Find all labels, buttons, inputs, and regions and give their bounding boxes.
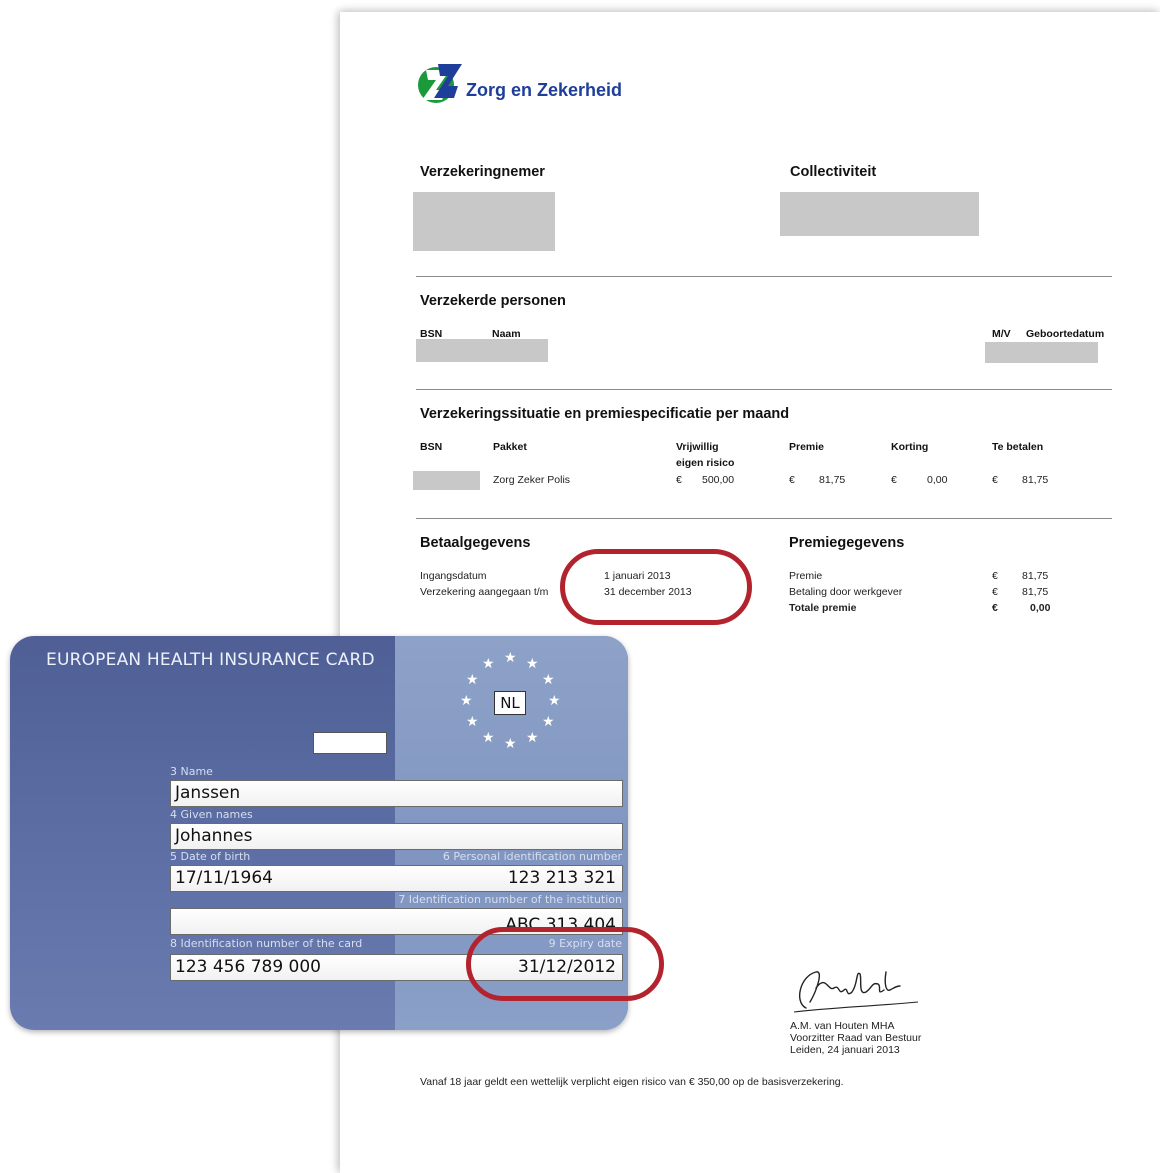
total-amount: 0,00 (1030, 602, 1051, 614)
to-pay-value: 81,75 (1022, 474, 1049, 486)
insurer-logo: Zorg en Zekerheid (416, 60, 646, 108)
premium-value: 81,75 (819, 474, 846, 486)
star-icon: ★ (542, 713, 555, 729)
employer-amount: 81,75 (1022, 586, 1049, 598)
signatory-name: A.M. van Houten MHA (790, 1020, 895, 1032)
total-label: Totale premie (789, 602, 857, 614)
divider (416, 389, 1112, 390)
redacted-birthdate (985, 342, 1098, 363)
personal-id-value: 123 213 321 (507, 868, 616, 888)
insured-persons-heading: Verzekerde personen (420, 293, 566, 309)
col-to-pay: Te betalen (992, 441, 1044, 453)
col-discount: Korting (891, 441, 929, 453)
star-icon: ★ (504, 735, 517, 751)
col-birthdate: Geboortedatum (1026, 328, 1105, 340)
institution-id-label: 7 Identification number of the instituti… (398, 893, 622, 906)
star-icon: ★ (542, 671, 555, 687)
collective-heading: Collectiviteit (790, 164, 877, 180)
currency: € (992, 586, 998, 598)
currency: € (992, 474, 998, 486)
col-package: Pakket (493, 441, 527, 453)
redacted-policyholder (413, 192, 555, 251)
star-icon: ★ (548, 692, 561, 708)
discount-value: 0,00 (927, 474, 948, 486)
divider (416, 518, 1112, 519)
payment-heading: Betaalgegevens (420, 535, 531, 551)
star-icon: ★ (526, 655, 539, 671)
card-id-label: 8 Identification number of the card (170, 937, 363, 950)
card-title: EUROPEAN HEALTH INSURANCE CARD (46, 650, 375, 670)
star-icon: ★ (460, 692, 473, 708)
name-label: 3 Name (170, 765, 213, 778)
signatory-place-date: Leiden, 24 januari 2013 (790, 1044, 900, 1056)
start-date-label: Ingangsdatum (420, 570, 487, 582)
dob-personal-id-field: 17/11/1964 123 213 321 (170, 865, 623, 892)
country-code: NL (494, 691, 526, 715)
package-value: Zorg Zeker Polis (493, 474, 571, 486)
name-field: Janssen (170, 780, 623, 807)
star-icon: ★ (526, 729, 539, 745)
redacted-person (416, 339, 548, 362)
card-id-value: 123 456 789 000 (175, 957, 322, 977)
insurer-name: Zorg en Zekerheid (466, 80, 623, 100)
currency: € (676, 474, 682, 486)
given-names-label: 4 Given names (170, 808, 253, 821)
insurance-situation-heading: Verzekeringssituatie en premiespecificat… (420, 406, 790, 422)
redacted-collective (780, 192, 979, 236)
star-icon: ★ (482, 655, 495, 671)
currency: € (992, 570, 998, 582)
dob-label: 5 Date of birth (170, 850, 251, 863)
signatory-role: Voorzitter Raad van Bestuur (790, 1032, 922, 1044)
highlight-oval (560, 549, 752, 625)
zz-logo-icon (418, 64, 462, 103)
signature-image (793, 971, 919, 1013)
premium-label: Premie (789, 570, 823, 582)
currency: € (789, 474, 795, 486)
col-voluntary-2: eigen risico (676, 457, 735, 469)
dob-value: 17/11/1964 (175, 868, 273, 888)
redacted-bsn (413, 471, 480, 490)
col-bsn: BSN (420, 441, 443, 453)
eu-stars-emblem: ★ ★ ★ ★ ★ ★ ★ ★ ★ ★ ★ ★ NL (458, 648, 568, 758)
end-date-label: Verzekering aangegaan t/m (420, 586, 549, 598)
footer-note: Vanaf 18 jaar geldt een wettelijk verpli… (420, 1076, 844, 1088)
col-voluntary-1: Vrijwillig (676, 441, 719, 453)
employer-label: Betaling door werkgever (789, 586, 903, 598)
premium-amount: 81,75 (1022, 570, 1049, 582)
policyholder-heading: Verzekeringnemer (420, 164, 545, 180)
card-blank-box (313, 732, 387, 754)
star-icon: ★ (504, 649, 517, 665)
divider (416, 276, 1112, 277)
personal-id-label: 6 Personal identification number (442, 850, 622, 863)
col-premium: Premie (789, 441, 825, 453)
given-names-field: Johannes (170, 823, 623, 850)
col-gender: M/V (992, 328, 1011, 340)
star-icon: ★ (482, 729, 495, 745)
premium-heading: Premiegegevens (789, 535, 905, 551)
voluntary-value: 500,00 (702, 474, 735, 486)
star-icon: ★ (466, 671, 479, 687)
highlight-oval (466, 927, 664, 1001)
currency: € (891, 474, 897, 486)
star-icon: ★ (466, 713, 479, 729)
currency: € (992, 602, 998, 614)
